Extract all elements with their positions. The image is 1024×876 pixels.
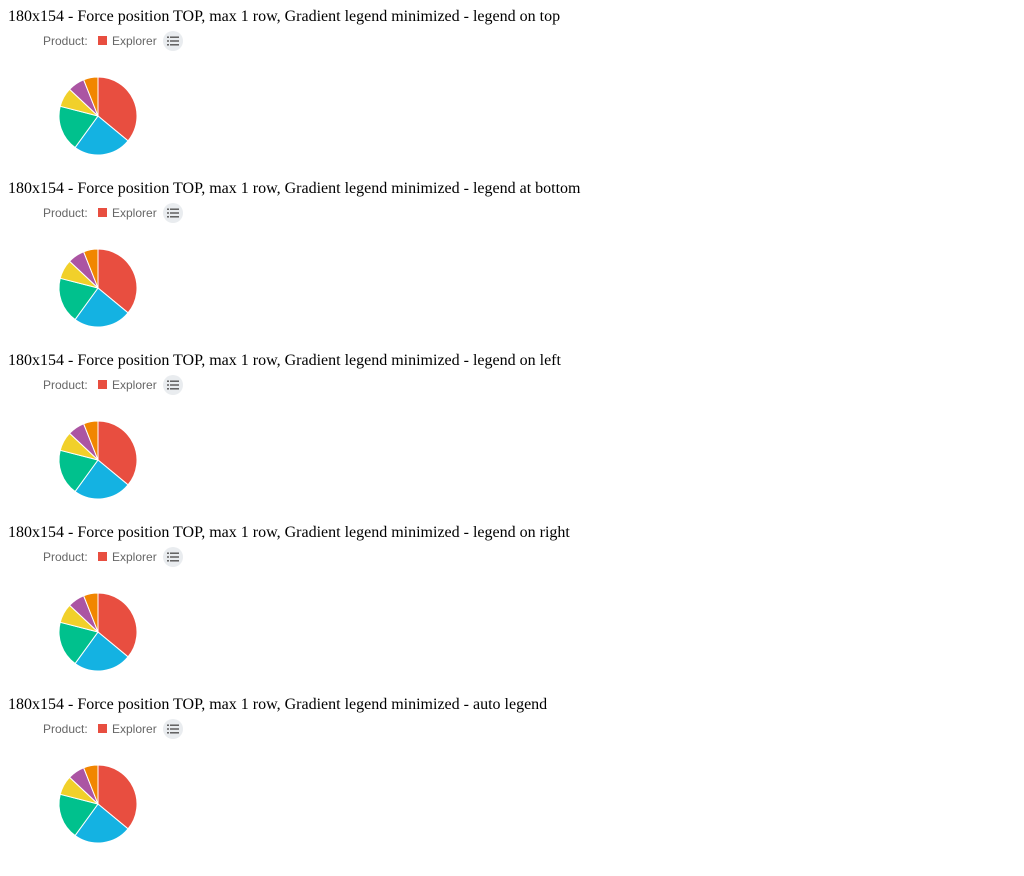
section-title: 180x154 - Force position TOP, max 1 row,…: [8, 352, 561, 369]
pie-chart: Product: Explorer: [8, 199, 188, 353]
pie-chart: Product: Explorer: [8, 715, 188, 869]
section-title: 180x154 - Force position TOP, max 1 row,…: [8, 180, 581, 197]
pie-plot: [58, 420, 138, 500]
pie-chart: Product: Explorer: [8, 543, 188, 697]
pie-plot: [58, 76, 138, 156]
pie-plot: [58, 248, 138, 328]
chart-section: 180x154 - Force position TOP, max 1 row,…: [0, 0, 1024, 172]
pie-chart: Product: Explorer: [8, 371, 188, 525]
chart-section: 180x154 - Force position TOP, max 1 row,…: [0, 344, 1024, 516]
pie-plot: [58, 592, 138, 672]
chart-section: 180x154 - Force position TOP, max 1 row,…: [0, 688, 1024, 860]
section-title: 180x154 - Force position TOP, max 1 row,…: [8, 696, 548, 713]
section-title: 180x154 - Force position TOP, max 1 row,…: [8, 8, 561, 25]
pie-plot: [58, 764, 138, 844]
chart-section: 180x154 - Force position TOP, max 1 row,…: [0, 516, 1024, 688]
section-title: 180x154 - Force position TOP, max 1 row,…: [8, 524, 570, 541]
pie-chart: Product: Explorer: [8, 27, 188, 181]
chart-section: 180x154 - Force position TOP, max 1 row,…: [0, 172, 1024, 344]
